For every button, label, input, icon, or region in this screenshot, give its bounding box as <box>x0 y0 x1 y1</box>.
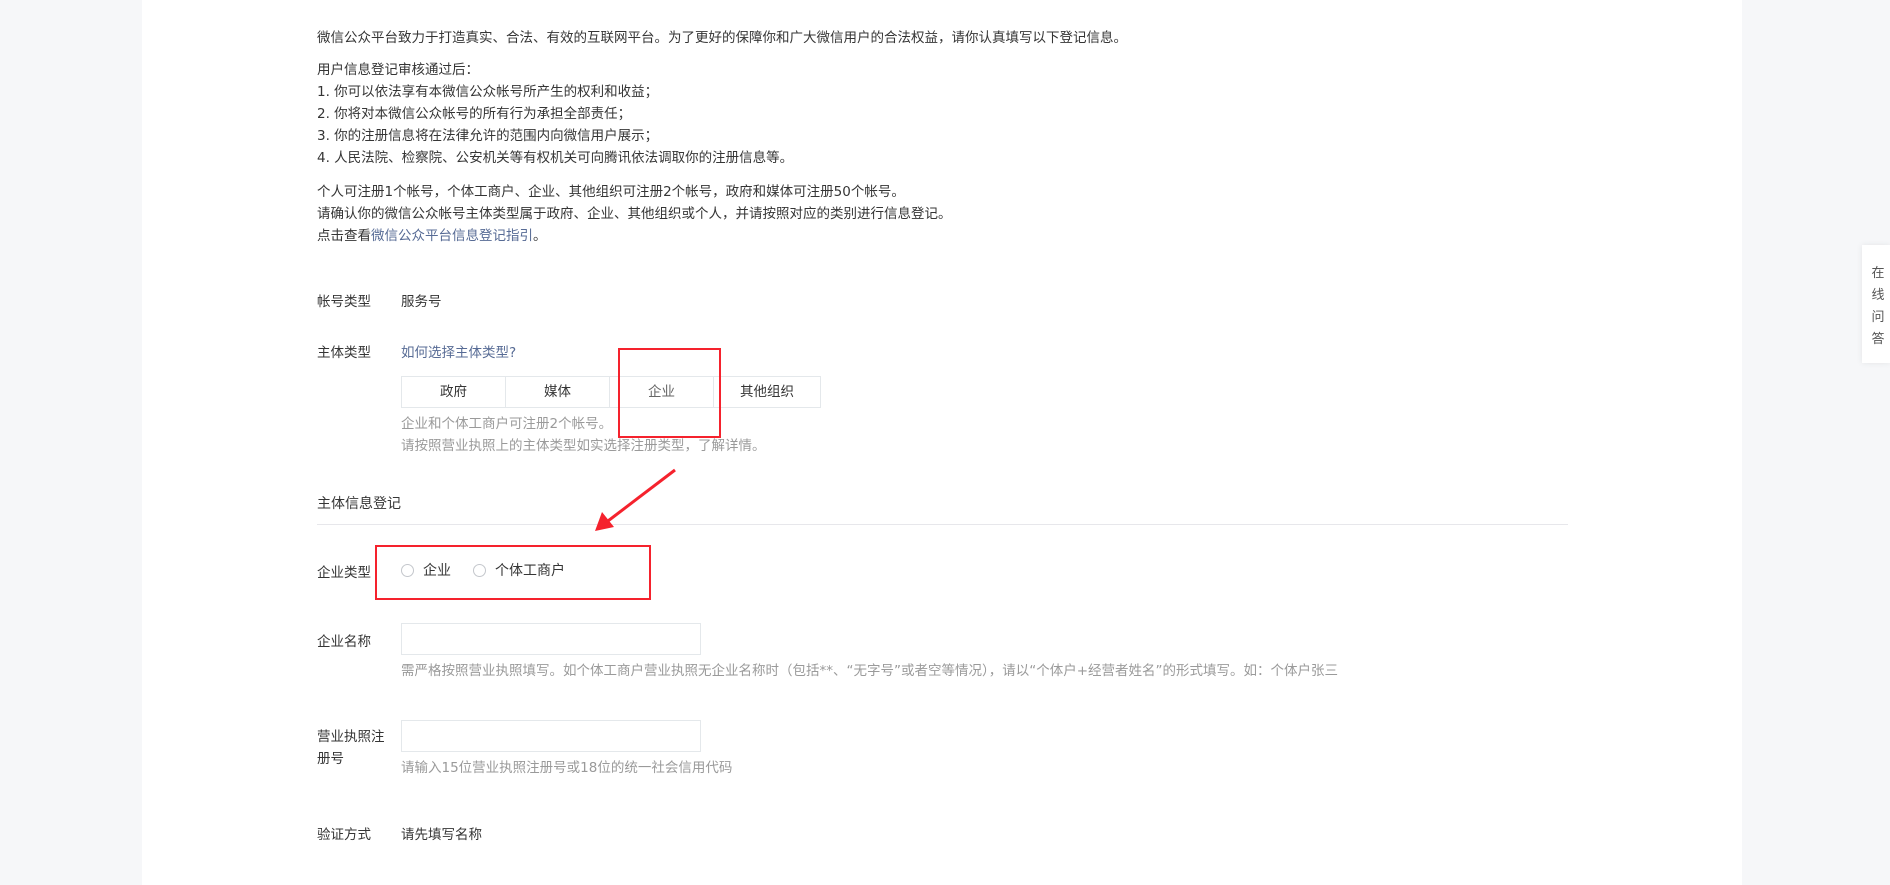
annotation-arrow-icon <box>595 468 676 531</box>
online-qa-float-button[interactable]: 在 线 问 答 <box>1862 245 1890 363</box>
float-char: 问 <box>1871 310 1885 325</box>
float-char: 线 <box>1871 288 1885 303</box>
float-char: 答 <box>1871 332 1885 347</box>
float-char: 在 <box>1871 266 1885 281</box>
